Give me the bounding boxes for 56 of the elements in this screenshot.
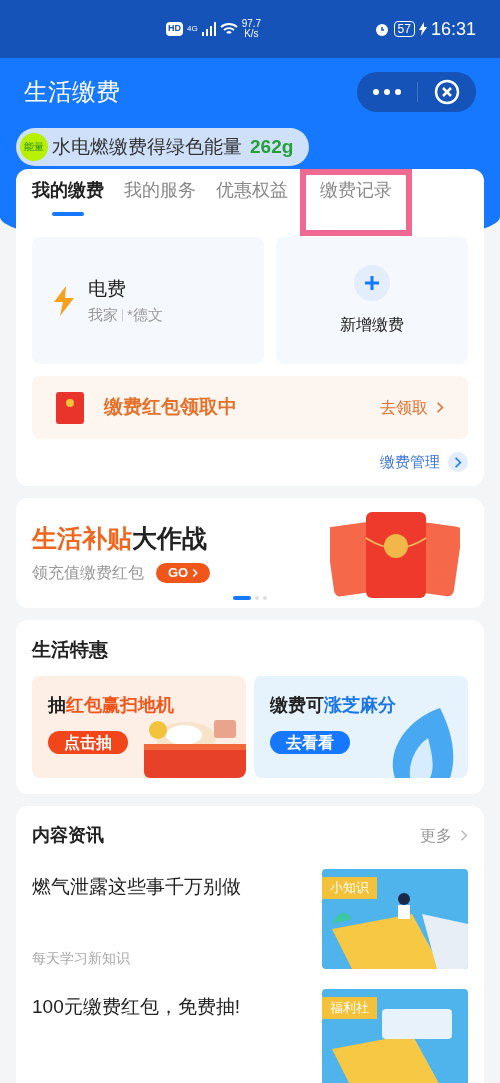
- wifi-icon: [219, 22, 238, 36]
- section-title: 生活特惠: [32, 637, 109, 662]
- manage-link[interactable]: 缴费管理: [380, 451, 468, 474]
- chevron-icon: [436, 401, 444, 414]
- news-tag: 小知识: [322, 877, 377, 899]
- energy-text: 水电燃缴费得绿色能量: [52, 134, 242, 159]
- news-tag: 福利社: [322, 997, 377, 1019]
- chevron-icon: [454, 455, 462, 469]
- add-bill-label: 新增缴费: [340, 314, 404, 335]
- battery-level: 57: [393, 21, 415, 37]
- network-type: 4G: [187, 23, 198, 35]
- energy-banner[interactable]: 能量 水电燃缴费得绿色能量 262g: [16, 128, 310, 166]
- tab[interactable]: 优惠权益: [208, 169, 296, 236]
- deal-title: 抽红包赢扫地机: [48, 695, 174, 715]
- go-button[interactable]: GO: [156, 563, 211, 584]
- energy-badge: 能量: [20, 133, 48, 161]
- signal-icon: [201, 22, 216, 36]
- hd-badge: HD: [166, 22, 183, 36]
- more-button[interactable]: [373, 89, 401, 95]
- section-title: 内容资讯: [32, 824, 104, 847]
- promo-subtitle: 领充值缴费红包: [32, 563, 144, 584]
- bill-account: 我家: [88, 304, 118, 325]
- promo-banner[interactable]: 生活补贴大作战 领充值缴费红包 GO: [16, 497, 484, 608]
- deal-title: 缴费可涨芝麻分: [270, 695, 396, 715]
- bill-holder: *德文: [127, 304, 163, 325]
- alarm-icon: [373, 21, 390, 37]
- tab[interactable]: 缴费记录: [300, 169, 412, 236]
- news-title[interactable]: 燃气泄露这些事千万别做: [32, 873, 310, 902]
- news-subtitle: 每天学习新知识: [32, 949, 131, 968]
- bill-title: 电费: [88, 277, 127, 301]
- bill-card[interactable]: 电费 我家 *德文: [32, 237, 264, 364]
- charging-icon: [418, 22, 427, 36]
- bonus-banner[interactable]: 缴费红包领取中 去领取: [32, 376, 468, 439]
- more-link[interactable]: 更多: [420, 823, 468, 848]
- chevron-icon: [460, 829, 468, 842]
- speed-unit: K/s: [244, 29, 259, 39]
- deal-card[interactable]: 抽红包赢扫地机 点击抽: [32, 676, 246, 778]
- chevron-icon: [192, 568, 199, 579]
- plus-icon: [354, 264, 390, 301]
- close-icon[interactable]: [434, 79, 460, 105]
- bonus-text: 缴费红包领取中: [104, 395, 237, 420]
- page-title: 生活缴费: [24, 77, 120, 107]
- deal-button[interactable]: 去看看: [270, 731, 350, 754]
- promo-title: 生活补贴大作战: [32, 522, 208, 554]
- add-bill-card[interactable]: 新增缴费: [276, 237, 468, 364]
- clock-time: 16:31: [430, 17, 476, 41]
- deal-button[interactable]: 点击抽: [48, 731, 128, 754]
- claim-link[interactable]: 去领取: [380, 395, 444, 420]
- tab[interactable]: 我的服务: [116, 169, 204, 236]
- news-title[interactable]: 100元缴费红包，免费抽!: [32, 993, 310, 1022]
- network-speed: 97.7: [241, 19, 262, 29]
- energy-amount: 262g: [250, 134, 294, 159]
- lightning-icon: [52, 285, 76, 316]
- tab[interactable]: 我的缴费: [24, 169, 112, 236]
- deal-card[interactable]: 缴费可涨芝麻分 去看看: [254, 676, 468, 778]
- envelope-icon: [56, 391, 84, 424]
